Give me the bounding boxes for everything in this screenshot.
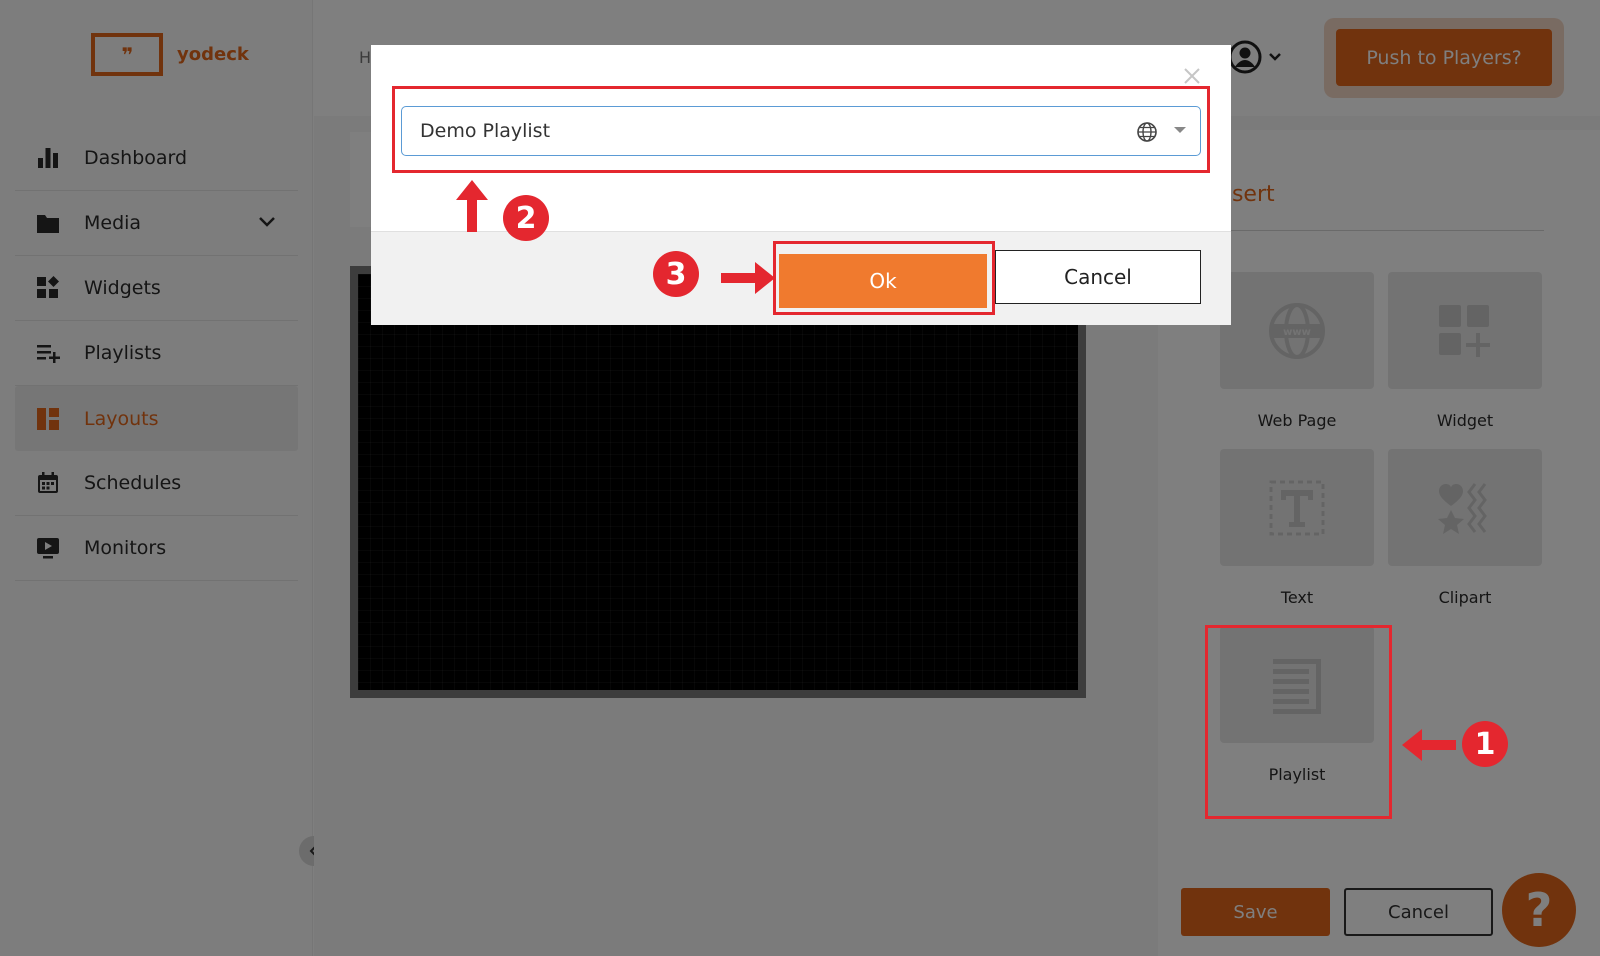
cancel-button[interactable]: Cancel: [995, 250, 1201, 304]
step-badge-3: 3: [653, 251, 699, 297]
modal-footer: Ok Cancel: [371, 231, 1231, 325]
arrow-up-icon: [456, 180, 488, 232]
globe-icon: [1137, 122, 1157, 142]
step-badge-1: 1: [1462, 721, 1508, 767]
ok-button[interactable]: Ok: [779, 254, 987, 308]
app-root: ❞ yodeck Dashboard Media: [0, 0, 1600, 956]
playlist-select-value: Demo Playlist: [420, 120, 551, 142]
playlist-select[interactable]: Demo Playlist: [401, 106, 1201, 156]
select-playlist-modal: Demo Playlist Ok Cancel: [371, 45, 1231, 325]
step-badge-2: 2: [503, 195, 549, 241]
close-icon[interactable]: [1179, 63, 1205, 89]
arrow-right-icon: [721, 262, 775, 294]
arrow-left-icon: [1402, 729, 1456, 761]
caret-down-icon[interactable]: [1174, 127, 1186, 133]
